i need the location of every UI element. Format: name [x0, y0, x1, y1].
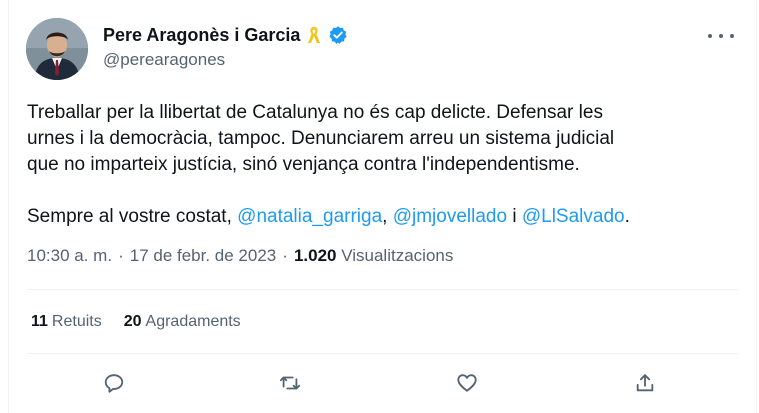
views-count[interactable]: 1.020: [294, 246, 337, 265]
mention-link[interactable]: @natalia_garriga: [237, 206, 382, 227]
mention-link[interactable]: @LlSalvado: [522, 206, 625, 227]
mention-link[interactable]: @jmjovellado: [393, 206, 507, 227]
text-span: i: [507, 206, 522, 227]
tweet-mentions-line: Sempre al vostre costat, @natalia_garrig…: [27, 204, 727, 230]
retweets-label: Retuits: [51, 313, 102, 330]
retweets-count: 11: [31, 313, 48, 330]
dot: [719, 34, 723, 38]
tweet-meta: 10:30 a. m. · 17 de febr. de 2023 · 1.02…: [27, 246, 453, 266]
share-icon[interactable]: [634, 372, 660, 398]
views-label[interactable]: Visualitzacions: [341, 246, 453, 265]
more-options-icon[interactable]: [708, 28, 734, 44]
tweet-line: que no imparteix justícia, sinó venjança…: [27, 154, 580, 175]
tweet-line: urnes i la democràcia, tampoc. Denunciar…: [27, 128, 615, 149]
text-span: .: [624, 206, 630, 227]
retweets-stat[interactable]: 11 Retuits: [31, 313, 102, 331]
action-bar: [9, 372, 756, 398]
separator-dot: ·: [282, 246, 288, 265]
separator-dot: ·: [118, 246, 124, 265]
tweet-text: Treballar per la llibertat de Catalunya …: [27, 100, 727, 230]
yellow-ribbon-icon: [308, 27, 321, 43]
author-handle[interactable]: @perearagones: [103, 50, 225, 70]
tweet-line: Treballar per la llibertat de Catalunya …: [27, 102, 603, 123]
dot: [730, 34, 734, 38]
dot: [708, 34, 712, 38]
tweet-stats: 11 Retuits 20 Agradaments: [31, 313, 241, 331]
tweet-card: Pere Aragonès i Garcia @perearagones Tre…: [8, 0, 757, 413]
divider: [27, 289, 738, 290]
tweet-date[interactable]: 17 de febr. de 2023: [130, 246, 277, 266]
retweet-icon[interactable]: [279, 372, 305, 398]
likes-count: 20: [123, 313, 142, 330]
likes-label: Agradaments: [145, 313, 241, 330]
reply-icon[interactable]: [103, 372, 129, 398]
heart-icon[interactable]: [456, 372, 482, 398]
text-span: Sempre al vostre costat,: [27, 206, 238, 227]
text-span: ,: [382, 206, 393, 227]
divider: [27, 353, 738, 354]
likes-stat[interactable]: 20 Agradaments: [124, 313, 241, 331]
author-row: Pere Aragonès i Garcia: [103, 24, 348, 46]
verified-badge-icon: [329, 26, 348, 44]
tweet-time[interactable]: 10:30 a. m.: [27, 246, 112, 266]
avatar[interactable]: [26, 18, 88, 80]
author-name[interactable]: Pere Aragonès i Garcia: [103, 25, 300, 46]
